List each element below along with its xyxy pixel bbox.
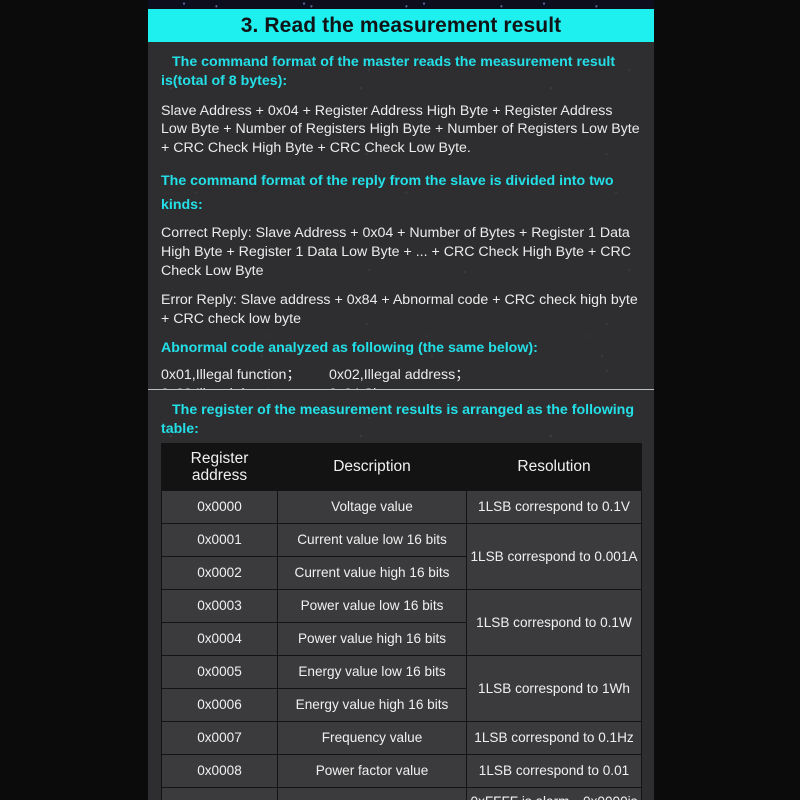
table-row: 0x0001 Current value low 16 bits 1LSB corr…	[161, 523, 642, 590]
table-row: 0x0000 Voltage value 1LSB correspond to 0.…	[161, 490, 642, 524]
cell-resolution: 1LSB correspond to 0.01	[466, 754, 642, 788]
abnormal-code-row: 0x01,Illegal function； 0x02,Illegal addr…	[161, 366, 641, 385]
abnormal-code-02: 0x02,Illegal address；	[329, 367, 470, 384]
abnormal-code-heading: Abnormal code analyzed as following (the…	[161, 340, 538, 357]
cell-description: Power factor value	[277, 754, 467, 788]
cell-description: Energy value high 16 bits	[277, 688, 467, 722]
cell-resolution: 1LSB correspond to 0.1Hz	[466, 721, 642, 755]
cell-register-address: 0x0007	[161, 721, 278, 755]
cell-register-address: 0x0000	[161, 490, 278, 524]
cell-description: Energy value low 16 bits	[277, 655, 467, 689]
column-header-resolution: Resolution	[466, 443, 642, 491]
panel-command-formats: The command format of the master reads t…	[148, 42, 654, 402]
table-header-row: Register address Description Resolution	[161, 443, 642, 491]
panel-register-table-inner: The register of the measurement results …	[148, 390, 654, 439]
master-format-heading: The command format of the master reads t…	[161, 54, 616, 89]
table-row: 0x0007 Frequency value 1LSB correspond to …	[161, 721, 642, 755]
cell-register-address: 0x0001	[161, 523, 278, 557]
error-reply-text: Error Reply: Slave address + 0x84 + Abno…	[161, 292, 638, 327]
abnormal-code-01: 0x01,Illegal function；	[161, 367, 301, 384]
register-table-body: 0x0000 Voltage value 1LSB correspond to 0.…	[161, 490, 642, 800]
cell-register-address: 0x0003	[161, 589, 278, 623]
cell-description: Alarm status	[277, 787, 467, 800]
panel-register-table: The register of the measurement results …	[148, 390, 654, 800]
cell-register-address: 0x0009	[161, 787, 278, 800]
cell-register-address: 0x0006	[161, 688, 278, 722]
cell-description: Voltage value	[277, 490, 467, 524]
master-format-body: Slave Address + 0x04 + Register Address …	[161, 102, 640, 156]
cell-description: Frequency value	[277, 721, 467, 755]
register-table-heading: The register of the measurement results …	[161, 402, 635, 437]
section-banner: 3. Read the measurement result	[148, 9, 654, 42]
document-column: 3. Read the measurement result The comma…	[148, 0, 654, 800]
cell-resolution: 1LSB correspond to 1Wh	[466, 655, 642, 722]
cell-register-address: 0x0008	[161, 754, 278, 788]
table-row: 0x0009Alarm status0xFFFF is alarm，0x0000…	[161, 787, 642, 800]
cell-description: Power value high 16 bits	[277, 622, 467, 656]
register-table-wrapper: Register address Description Resolution …	[161, 443, 642, 800]
page-title: 3. Read the measurement result	[240, 13, 562, 37]
cell-description: Current value low 16 bits	[277, 523, 467, 557]
correct-reply-text: Correct Reply: Slave Address + 0x04 + Nu…	[161, 225, 631, 279]
cell-register-address: 0x0002	[161, 556, 278, 590]
column-header-description: Description	[277, 443, 467, 491]
cell-resolution: 0xFFFF is alarm，0x0000is not alarm	[466, 787, 642, 800]
table-row: 0x0003 Power value low 16 bits 1LSB corres…	[161, 589, 642, 656]
table-row: 0x0005 Energy value low 16 bits 1LSB corre…	[161, 655, 642, 722]
panel-command-formats-inner: The command format of the master reads t…	[148, 42, 654, 404]
cell-resolution: 1LSB correspond to 0.001A	[466, 523, 642, 590]
top-night-strip	[148, 0, 654, 9]
cell-resolution: 1LSB correspond to 0.1V	[466, 490, 642, 524]
column-header-register-address: Register address	[161, 443, 278, 491]
cell-register-address: 0x0004	[161, 622, 278, 656]
cell-resolution: 1LSB correspond to 0.1W	[466, 589, 642, 656]
reply-format-heading: The command format of the reply from the…	[161, 172, 614, 213]
page-root: 3. Read the measurement result The comma…	[0, 0, 800, 800]
cell-register-address: 0x0005	[161, 655, 278, 689]
register-table-head: Register address Description Resolution	[161, 443, 642, 491]
cell-description: Current value high 16 bits	[277, 556, 467, 590]
cell-description: Power value low 16 bits	[277, 589, 467, 623]
register-table: Register address Description Resolution …	[161, 443, 642, 800]
table-row: 0x0008 Power factor value 1LSB correspond …	[161, 754, 642, 788]
